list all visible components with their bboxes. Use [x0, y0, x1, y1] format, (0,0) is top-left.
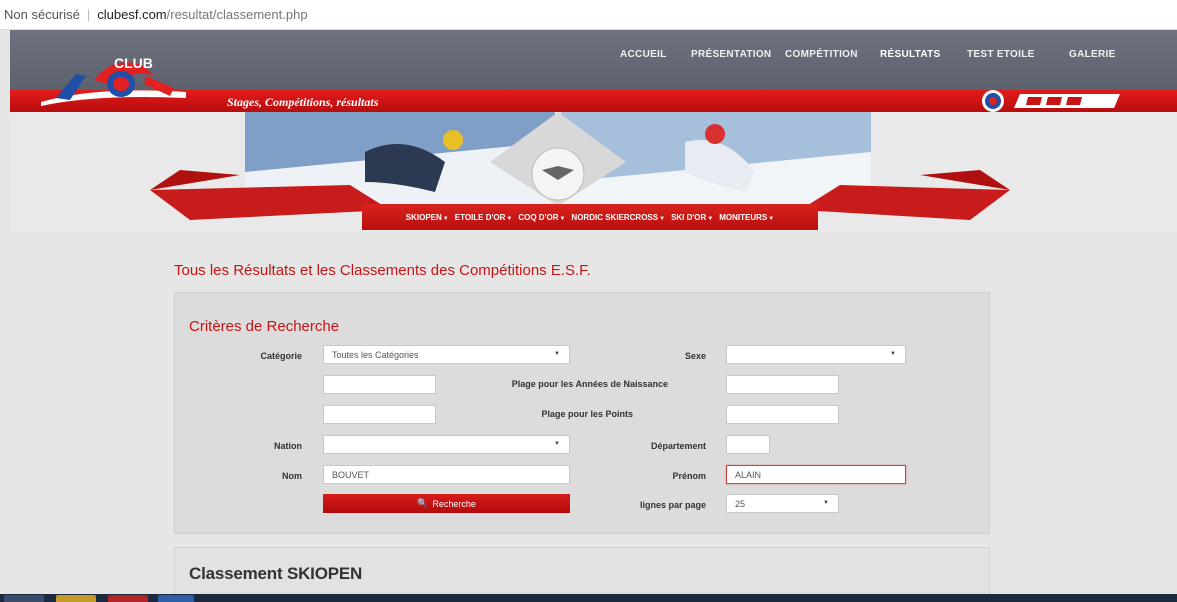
search-icon: 🔍: [417, 498, 429, 508]
taskbar-item[interactable]: [158, 595, 194, 602]
chevron-down-icon: ▼: [659, 215, 666, 222]
chevron-down-icon: ▼: [442, 215, 449, 222]
subnav-nordic-skiercross[interactable]: NORDIC SKIERCROSS▼: [571, 213, 665, 222]
nav-galerie[interactable]: GALERIE: [1069, 49, 1116, 60]
lignes-value: 25: [735, 498, 746, 509]
categorie-value: Toutes les Catégories: [332, 349, 419, 360]
chevron-down-icon: ▼: [506, 215, 513, 222]
url-path: /resultat/classement.php: [166, 7, 308, 22]
categorie-label: Catégorie: [260, 351, 302, 361]
nav-accueil[interactable]: ACCUEIL: [620, 49, 667, 60]
annee-max-input[interactable]: [726, 375, 839, 394]
subnav-etoile-label: ETOILE D'OR: [454, 212, 506, 222]
nom-value: BOUVET: [332, 469, 370, 480]
nav-presentation[interactable]: PRÉSENTATION: [691, 49, 771, 60]
subnav-skiopen-label: SKIOPEN: [405, 212, 442, 222]
categorie-select[interactable]: Toutes les Catégories: [323, 345, 570, 364]
subnav-etoile-dor[interactable]: ETOILE D'OR▼: [455, 213, 513, 222]
prenom-label: Prénom: [672, 471, 706, 481]
prenom-input[interactable]: ALAIN: [726, 465, 906, 484]
nation-select[interactable]: [323, 435, 570, 454]
header-tagline: Stages, Compétitions, résultats: [227, 95, 379, 109]
chevron-down-icon: ▼: [707, 215, 714, 222]
logo-text: CLUB: [114, 55, 153, 71]
right-banner-ribbon: [800, 170, 1010, 220]
nation-label: Nation: [274, 441, 302, 451]
search-panel-title: Critères de Recherche: [189, 318, 340, 335]
chevron-down-icon: ▼: [559, 215, 566, 222]
recherche-button-label: Recherche: [432, 498, 476, 509]
nom-input[interactable]: BOUVET: [323, 465, 570, 484]
subnav-ski-label: SKI D'OR: [671, 212, 707, 222]
annee-min-input[interactable]: [323, 375, 436, 394]
nom-label: Nom: [282, 471, 302, 481]
page-title: Tous les Résultats et les Classements de…: [174, 262, 591, 279]
results-title: Classement SKIOPEN: [189, 564, 363, 583]
prenom-value: ALAIN: [735, 469, 762, 480]
left-banner-ribbon: [150, 170, 390, 220]
lignes-select[interactable]: 25: [726, 494, 839, 513]
lignes-label: lignes par page: [639, 500, 706, 510]
taskbar-item[interactable]: [56, 595, 96, 602]
esf-logo[interactable]: [980, 88, 1130, 114]
departement-input[interactable]: [726, 435, 770, 454]
url-domain: clubesf.com: [97, 7, 167, 22]
subnav-moniteurs[interactable]: MONITEURS▼: [719, 213, 774, 222]
departement-label: Département: [650, 441, 706, 451]
subnav-ski-dor[interactable]: SKI D'OR▼: [671, 213, 713, 222]
annees-label: Plage pour les Années de Naissance: [511, 379, 668, 389]
points-max-input[interactable]: [726, 405, 839, 424]
security-label: Non sécurisé: [4, 7, 80, 22]
sexe-label: Sexe: [684, 351, 706, 361]
nav-resultats[interactable]: RÉSULTATS: [880, 49, 940, 60]
points-label: Plage pour les Points: [541, 409, 633, 419]
url-separator: |: [86, 7, 91, 22]
points-min-input[interactable]: [323, 405, 436, 424]
subnav-coq-label: COQ D'OR: [518, 212, 559, 222]
subnav-moniteurs-label: MONITEURS: [719, 212, 768, 222]
browser-address-bar[interactable]: Non sécurisé | clubesf.com /resultat/cla…: [0, 0, 1177, 30]
subnav-skiopen[interactable]: SKIOPEN▼: [406, 213, 449, 222]
chevron-down-icon: ▼: [768, 215, 775, 222]
nav-competition[interactable]: COMPÉTITION: [785, 49, 858, 60]
subnav-nordic-label: NORDIC SKIERCROSS: [571, 212, 659, 222]
nav-test-etoile[interactable]: TEST ETOILE: [967, 49, 1035, 60]
taskbar-item[interactable]: [4, 595, 44, 602]
taskbar-item[interactable]: [108, 595, 148, 602]
sexe-select[interactable]: [726, 345, 906, 364]
subnav-coq-dor[interactable]: COQ D'OR▼: [518, 213, 565, 222]
recherche-button[interactable]: 🔍 Recherche: [323, 494, 570, 513]
competition-subnav: SKIOPEN▼ ETOILE D'OR▼ COQ D'OR▼ NORDIC S…: [362, 204, 818, 230]
club-esf-logo[interactable]: CLUB: [36, 46, 196, 110]
